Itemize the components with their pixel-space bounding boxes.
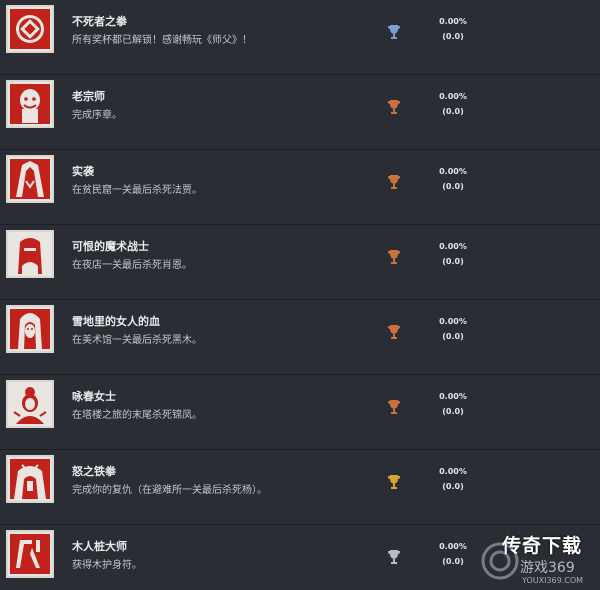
yang-portrait-icon [6, 455, 54, 503]
fajar-portrait-icon [6, 155, 54, 203]
achievement-row[interactable]: 不死者之拳 所有奖杯都已解锁！感谢畅玩《师父》！ 0.00% (0.0) [0, 0, 600, 75]
unlock-percent: 0.00% [439, 17, 467, 26]
achievement-title: 木人桩大师 [72, 540, 127, 553]
gold-trophy-icon [388, 475, 400, 489]
unlock-count: (0.0) [442, 107, 464, 116]
unlock-percent: 0.00% [439, 92, 467, 101]
bronze-trophy-icon [388, 175, 400, 189]
unlock-count: (0.0) [442, 32, 464, 41]
achievement-description: 完成你的复仇（在避难所一关最后杀死杨）。 [72, 485, 267, 496]
achievement-title: 老宗师 [72, 90, 105, 103]
achievement-row[interactable]: 咏春女士 在塔楼之旅的末尾杀死锦凤。 0.00% (0.0) [0, 375, 600, 450]
achievement-description: 所有奖杯都已解锁！感谢畅玩《师父》！ [72, 35, 252, 46]
fist-emblem-icon [6, 5, 54, 53]
achievement-description: 在塔楼之旅的末尾杀死锦凤。 [72, 410, 202, 421]
unlock-percent: 0.00% [439, 317, 467, 326]
unlock-count: (0.0) [442, 407, 464, 416]
bronze-trophy-icon [388, 325, 400, 339]
achievement-description: 在美术馆一关最后杀死黑木。 [72, 335, 202, 346]
unlock-count: (0.0) [442, 482, 464, 491]
achievement-title: 不死者之拳 [72, 15, 127, 28]
achievement-description: 完成序章。 [72, 110, 122, 121]
achievement-row[interactable]: 老宗师 完成序章。 0.00% (0.0) [0, 75, 600, 150]
bronze-trophy-icon [388, 400, 400, 414]
bronze-trophy-icon [388, 100, 400, 114]
unlock-count: (0.0) [442, 257, 464, 266]
achievement-list: 不死者之拳 所有奖杯都已解锁！感谢畅玩《师父》！ 0.00% (0.0) 老宗师… [0, 0, 600, 590]
watermark-title: 传奇下载 [502, 535, 583, 557]
achievement-title: 实袭 [72, 165, 94, 178]
achievement-row[interactable]: 雪地里的女人的血 在美术馆一关最后杀死黑木。 0.00% (0.0) [0, 300, 600, 375]
unlock-percent: 0.00% [439, 392, 467, 401]
unlock-count: (0.0) [442, 182, 464, 191]
achievement-title: 雪地里的女人的血 [72, 315, 160, 328]
unlock-count: (0.0) [442, 332, 464, 341]
sean-portrait-icon [6, 230, 54, 278]
achievement-row[interactable]: 实袭 在贫民窟一关最后杀死法贾。 0.00% (0.0) [0, 150, 600, 225]
wooden-dummy-icon [6, 530, 54, 578]
bronze-trophy-icon [388, 250, 400, 264]
achievement-description: 获得木护身符。 [72, 560, 142, 571]
platinum-trophy-icon [388, 25, 400, 39]
achievement-title: 怒之铁拳 [72, 465, 116, 478]
unlock-percent: 0.00% [439, 242, 467, 251]
achievement-title: 咏春女士 [72, 390, 116, 403]
jinfeng-portrait-icon [6, 380, 54, 428]
watermark-subtitle: 游戏369 [520, 560, 575, 576]
achievement-description: 在贫民窟一关最后杀死法贾。 [72, 185, 202, 196]
unlock-percent: 0.00% [439, 167, 467, 176]
watermark-url: YOUXI369.COM [522, 576, 584, 585]
kuroki-portrait-icon [6, 305, 54, 353]
achievement-title: 可恨的魔术战士 [72, 240, 149, 253]
silver-trophy-icon [388, 550, 400, 564]
achievement-row[interactable]: 怒之铁拳 完成你的复仇（在避难所一关最后杀死杨）。 0.00% (0.0) [0, 450, 600, 525]
site-watermark: 传奇下载 游戏369 YOUXI369.COM [470, 527, 600, 590]
unlock-percent: 0.00% [439, 467, 467, 476]
achievement-row[interactable]: 可恨的魔术战士 在夜店一关最后杀死肖恩。 0.00% (0.0) [0, 225, 600, 300]
achievement-description: 在夜店一关最后杀死肖恩。 [72, 260, 192, 271]
old-master-portrait-icon [6, 80, 54, 128]
